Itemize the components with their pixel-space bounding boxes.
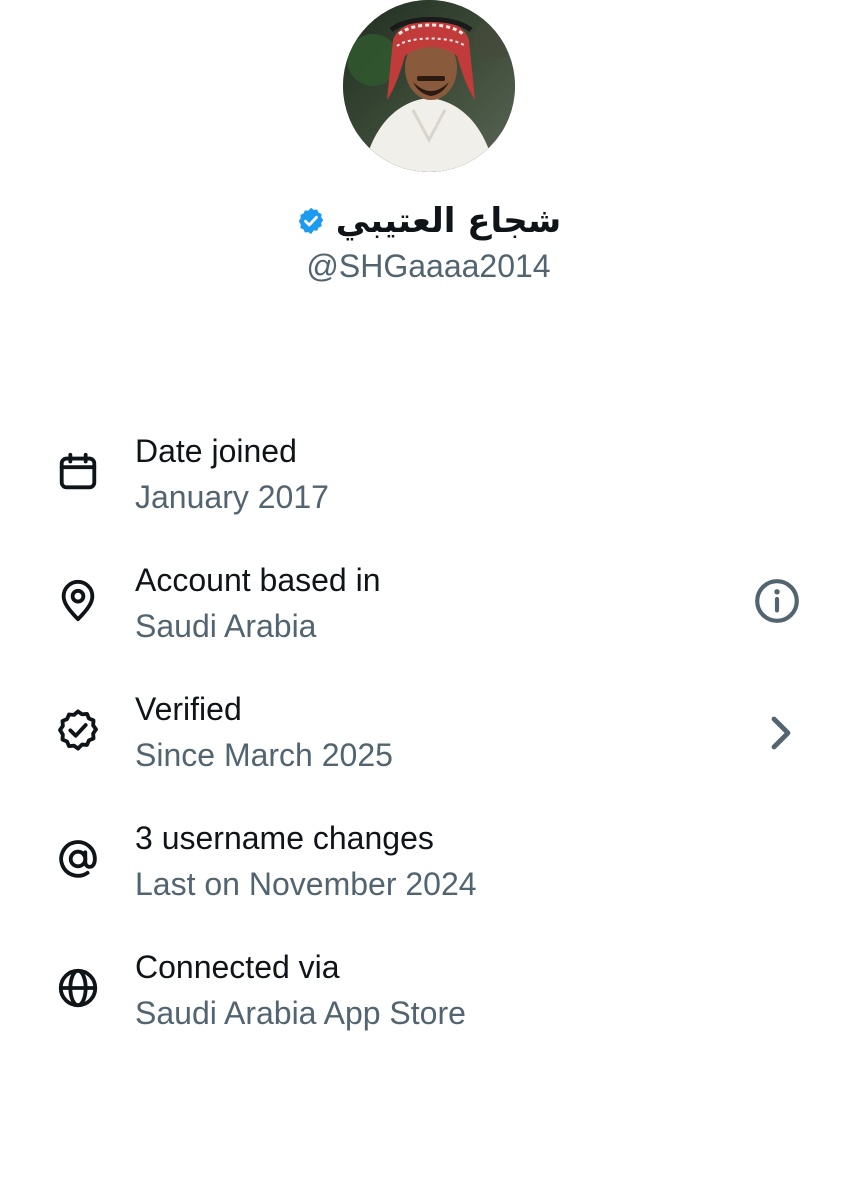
- info-subtitle: January 2017: [135, 479, 329, 515]
- globe-icon: [58, 968, 98, 1008]
- location-pin-icon: [61, 579, 95, 622]
- list-item-connected-via: Connected via Saudi Arabia App Store: [0, 941, 857, 1070]
- display-name: شجاع العتيبي: [335, 201, 562, 241]
- info-title: Verified: [135, 691, 242, 727]
- info-title: 3 username changes: [135, 820, 434, 856]
- profile-header: شجاع العتيبي @SHGaaaa2014: [0, 0, 857, 300]
- info-subtitle: Saudi Arabia App Store: [135, 995, 466, 1031]
- about-account-list: Date joined January 2017 Account based i…: [0, 425, 857, 1070]
- info-subtitle: Saudi Arabia: [135, 608, 317, 644]
- info-title: Account based in: [135, 562, 381, 598]
- list-item-verified[interactable]: Verified Since March 2025: [0, 683, 857, 812]
- name-row: شجاع العتيبي: [0, 196, 857, 246]
- info-subtitle: Last on November 2024: [135, 866, 477, 902]
- avatar[interactable]: [343, 0, 515, 172]
- verified-seal-icon: [58, 709, 98, 751]
- at-sign-icon: [59, 840, 97, 878]
- chevron-right-icon[interactable]: [760, 708, 800, 758]
- info-title: Connected via: [135, 949, 340, 985]
- info-title: Date joined: [135, 433, 297, 469]
- avatar-photo: [343, 0, 515, 172]
- calendar-icon: [59, 452, 97, 490]
- verified-badge-icon[interactable]: [296, 206, 326, 236]
- info-icon[interactable]: [752, 576, 802, 626]
- list-item-account-based-in: Account based in Saudi Arabia: [0, 554, 857, 683]
- username-handle: @SHGaaaa2014: [306, 248, 551, 284]
- info-subtitle: Since March 2025: [135, 737, 393, 773]
- list-item-username-changes: 3 username changes Last on November 2024: [0, 812, 857, 941]
- list-item-date-joined: Date joined January 2017: [0, 425, 857, 554]
